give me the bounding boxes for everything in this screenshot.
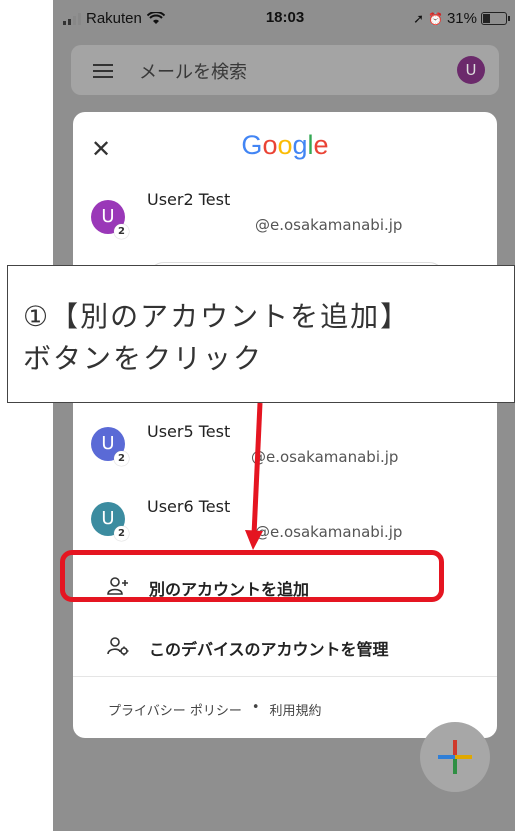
account-row[interactable]: U2 User2 Test @e.osakamanabi.jp bbox=[91, 190, 491, 240]
phone-screen: Rakuten 18:03 ➚ ⏰ 31% メールを検索 U ✕ Google … bbox=[53, 0, 515, 831]
menu-icon[interactable] bbox=[93, 64, 113, 82]
account-row[interactable]: U2 User6 Test @e.osakamanabi.jp bbox=[91, 497, 491, 547]
status-bar: Rakuten 18:03 ➚ ⏰ 31% bbox=[53, 0, 515, 36]
manage-accounts-label: このデバイスのアカウントを管理 bbox=[149, 640, 389, 659]
plus-icon bbox=[438, 740, 472, 774]
account-name: User6 Test bbox=[147, 497, 231, 516]
account-badge: 2 bbox=[114, 224, 129, 239]
manage-accounts-item[interactable]: このデバイスのアカウントを管理 bbox=[73, 627, 497, 667]
compose-button[interactable] bbox=[420, 722, 490, 792]
account-avatar: U2 bbox=[91, 200, 129, 239]
instruction-line-2: ボタンをクリック bbox=[23, 342, 264, 375]
account-avatar[interactable]: U bbox=[457, 56, 485, 84]
highlight-box bbox=[60, 550, 444, 602]
status-right: ➚ ⏰ 31% bbox=[413, 10, 510, 27]
account-name: User5 Test bbox=[147, 422, 231, 441]
instruction-callout: ①【別のアカウントを追加】 ボタンをクリック bbox=[7, 265, 515, 403]
manage-accounts-icon bbox=[107, 637, 129, 656]
google-logo: Google bbox=[241, 130, 329, 160]
terms-link[interactable]: 利用規約 bbox=[270, 700, 322, 719]
search-bar[interactable]: メールを検索 U bbox=[71, 45, 499, 95]
instruction-line-1: ①【別のアカウントを追加】 bbox=[23, 300, 411, 333]
battery-icon bbox=[481, 12, 510, 25]
account-email: @e.osakamanabi.jp bbox=[255, 523, 403, 541]
privacy-policy-link[interactable]: プライバシー ポリシー bbox=[108, 700, 242, 719]
account-name: User2 Test bbox=[147, 190, 231, 209]
search-placeholder: メールを検索 bbox=[139, 62, 247, 83]
footer-divider bbox=[73, 676, 497, 677]
account-row[interactable]: U2 User5 Test @e.osakamanabi.jp bbox=[91, 422, 491, 472]
account-email: @e.osakamanabi.jp bbox=[251, 448, 399, 466]
location-icon: ➚ bbox=[413, 10, 425, 26]
panel-footer: プライバシー ポリシー • 利用規約 bbox=[108, 700, 322, 719]
footer-separator: • bbox=[251, 700, 260, 715]
account-avatar: U2 bbox=[91, 502, 129, 541]
account-avatar: U2 bbox=[91, 427, 129, 466]
account-badge: 2 bbox=[114, 451, 129, 466]
account-email: @e.osakamanabi.jp bbox=[255, 216, 403, 234]
account-switcher-panel: ✕ Google U2 User2 Test @e.osakamanabi.jp… bbox=[73, 112, 497, 738]
battery-percent: 31% bbox=[446, 10, 477, 27]
account-badge: 2 bbox=[114, 526, 129, 541]
alarm-icon: ⏰ bbox=[428, 11, 443, 26]
instruction-text: ①【別のアカウントを追加】 ボタンをクリック bbox=[23, 296, 503, 380]
